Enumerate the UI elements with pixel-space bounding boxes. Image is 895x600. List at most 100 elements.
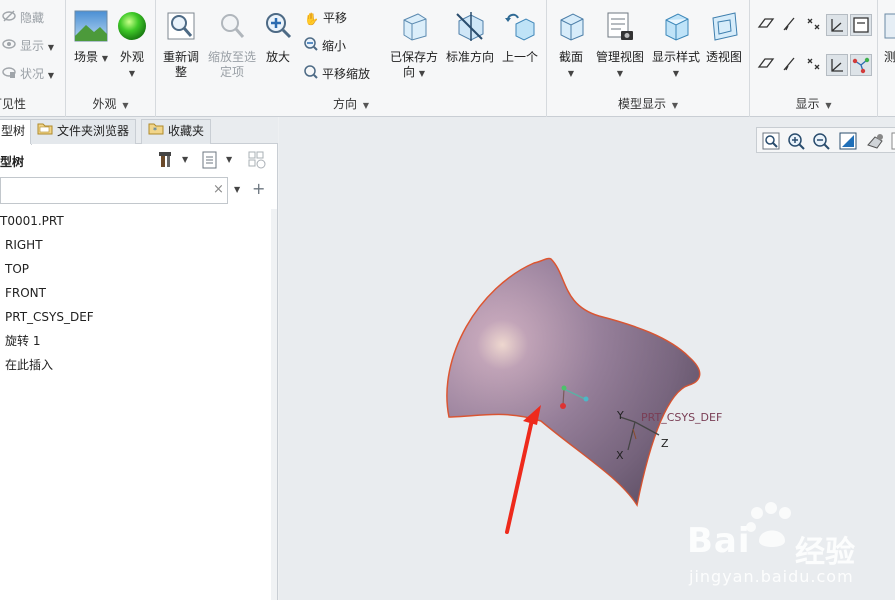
zoom-out-button[interactable]: 缩小: [304, 35, 346, 57]
annotation-display-icon: [853, 17, 869, 33]
model-tree: T0001.PRT RIGHT TOP FRONT PRT_CSYS_DEF 旋转 1 在此…: [0, 209, 272, 377]
zoom-selected-label-1: 缩放至选: [207, 50, 256, 64]
status-button[interactable]: 状况 ▼: [2, 63, 54, 85]
manage-views-label: 管理视图: [595, 50, 644, 64]
appearance-label: 外观: [119, 50, 144, 64]
baidu-watermark: Bai 经验 jingyan.baidu.com: [687, 501, 895, 591]
search-input[interactable]: ×: [0, 177, 228, 204]
search-dropdown-icon[interactable]: ▼: [234, 185, 240, 194]
perspective-button[interactable]: 透视图: [703, 10, 745, 65]
previous-view-label: 上一个: [501, 50, 538, 64]
axis-tag-toggle[interactable]: [780, 54, 802, 76]
previous-view-button[interactable]: 上一个: [498, 10, 542, 65]
section-button[interactable]: 截面 ▼: [551, 10, 591, 81]
hide-button[interactable]: 隐藏: [2, 7, 44, 29]
csys-tag-toggle[interactable]: [826, 54, 848, 76]
zoom-to-selected-button[interactable]: 缩放至选 定项: [204, 10, 260, 80]
annotation-arrow: [505, 405, 541, 534]
settings-button[interactable]: ▼: [158, 150, 188, 173]
group-visibility: 隐藏 显示 ▼ 状况 ▼ 可见性: [0, 0, 66, 117]
pan-zoom-label: 平移缩放: [322, 67, 371, 81]
tree-scrollbar[interactable]: [271, 209, 277, 600]
zoom-selected-label-2: 定项: [219, 65, 244, 79]
list-icon: [201, 151, 219, 173]
group-title-display: 显示 ▼: [795, 97, 832, 111]
axis-x-label: X: [616, 449, 624, 462]
group-title-visibility: 可见性: [0, 97, 27, 111]
tab-model-tree[interactable]: 型树: [0, 119, 33, 145]
chevron-down-icon: ▼: [226, 155, 233, 164]
appearance-sphere-icon: [114, 10, 150, 46]
plane-tag-toggle[interactable]: [756, 54, 778, 76]
axis-display-toggle[interactable]: [780, 14, 802, 36]
annotation-display-toggle[interactable]: [850, 14, 872, 36]
show-button-tree[interactable]: ▼: [201, 150, 232, 173]
point-tag-icon: [807, 58, 820, 70]
watermark-brand: Bai: [687, 521, 751, 561]
tree-item[interactable]: PRT_CSYS_DEF: [0, 305, 272, 329]
group-title-appearance: 外观 ▼: [92, 97, 129, 111]
hammer-icon: [158, 152, 178, 173]
chevron-down-icon: ▼: [567, 69, 575, 78]
display-style-button[interactable]: 显示样式 ▼: [649, 10, 703, 81]
group-title-orientation: 方向 ▼: [333, 97, 369, 111]
show-button[interactable]: 显示 ▼: [2, 35, 54, 57]
spin-center-icon: [852, 57, 870, 74]
measure-label: 测: [883, 50, 895, 64]
hide-icon: [2, 8, 16, 30]
axis-y-label: Y: [616, 409, 624, 422]
pan-zoom-icon: [304, 64, 318, 86]
csys-tag-icon: [831, 59, 843, 72]
tab-folder-browser[interactable]: 文件夹浏览器: [30, 119, 137, 144]
tab-favorites[interactable]: * 收藏夹: [141, 119, 212, 144]
clear-search-icon[interactable]: ×: [213, 182, 224, 197]
csys-display-toggle[interactable]: [826, 14, 848, 36]
plane-display-toggle[interactable]: [756, 14, 778, 36]
show-label: 显示: [20, 39, 45, 53]
refit-button[interactable]: 重新调整: [160, 10, 202, 80]
graphics-window[interactable]: PRT_CSYS_DEF Y Z X Bai 经验 jingyan.baidu.…: [279, 117, 895, 600]
navigator-tabs: 型树 文件夹浏览器 * 收藏夹: [0, 117, 278, 145]
scene-button[interactable]: 场景 ▼: [71, 10, 111, 66]
measure-button[interactable]: 测: [882, 10, 895, 65]
section-label: 截面: [558, 50, 583, 64]
add-filter-icon[interactable]: +: [252, 179, 265, 198]
tree-item[interactable]: TOP: [0, 257, 272, 281]
zoom-in-icon: [260, 10, 296, 46]
tree-item[interactable]: 旋转 1: [0, 329, 272, 353]
svg-text:*: *: [153, 126, 157, 135]
tree-item[interactable]: RIGHT: [0, 233, 272, 257]
tree-item[interactable]: FRONT: [0, 281, 272, 305]
plane-tag-icon: [757, 58, 775, 68]
zoom-in-button[interactable]: 放大: [260, 10, 296, 65]
group-orientation: 重新调整 缩放至选 定项 放大 ✋ 平移 缩小 平移缩放 已保存方 向 ▼ 标准…: [156, 0, 547, 117]
revolved-surface[interactable]: [446, 257, 701, 507]
tree-item[interactable]: 在此插入: [0, 353, 272, 377]
appearance-button[interactable]: 外观 ▼: [114, 10, 150, 81]
manage-views-button[interactable]: 管理视图 ▼: [593, 10, 647, 81]
tab-favorites-label: 收藏夹: [168, 124, 205, 138]
standard-orientation-label: 标准方向: [445, 50, 494, 64]
previous-view-icon: [498, 10, 542, 46]
saved-orientation-label-2: 向: [403, 65, 416, 79]
saved-orientation-button[interactable]: 已保存方向 ▼: [386, 10, 442, 81]
pan-zoom-button[interactable]: 平移缩放: [304, 63, 370, 85]
pan-button[interactable]: ✋ 平移: [304, 7, 347, 29]
scene-label: 场景: [74, 50, 99, 64]
point-tag-toggle[interactable]: [804, 54, 826, 76]
axis-display-icon: [783, 17, 795, 31]
pan-label: 平移: [322, 11, 347, 25]
zoom-in-label: 放大: [265, 50, 290, 64]
status-label: 状况: [20, 67, 45, 81]
tab-folder-browser-label: 文件夹浏览器: [57, 124, 130, 138]
tree-root-item[interactable]: T0001.PRT: [0, 209, 272, 233]
chevron-down-icon: ▼: [616, 69, 624, 78]
tree-filter-button[interactable]: [247, 150, 267, 173]
hide-label: 隐藏: [20, 11, 45, 25]
spin-center-toggle[interactable]: [850, 54, 872, 76]
point-display-toggle[interactable]: [804, 14, 826, 36]
tree-title: 型树: [0, 155, 25, 169]
measure-icon: [882, 10, 895, 46]
standard-orientation-button[interactable]: 标准方向: [444, 10, 496, 65]
favorites-icon: *: [148, 120, 164, 143]
